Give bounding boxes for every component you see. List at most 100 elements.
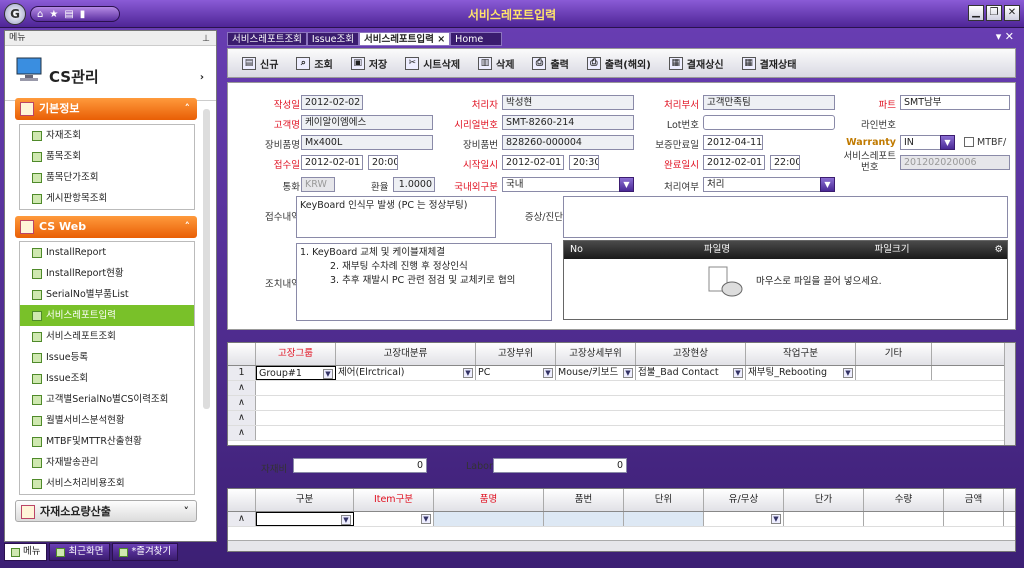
tab-issue-search[interactable]: Issue조회 <box>306 32 359 46</box>
chevron-down-icon[interactable]: ▼ <box>733 368 743 378</box>
sidebar-item[interactable]: InstallReport현황 <box>20 263 194 284</box>
chevron-down-icon[interactable]: ▼ <box>323 369 333 379</box>
table-row[interactable]: ∧ <box>228 381 1015 396</box>
chevron-down-icon[interactable]: ▼ <box>623 368 633 378</box>
delete-button[interactable]: ▥ 삭제 <box>478 56 514 71</box>
start-time-field[interactable]: 20:30 <box>569 155 599 170</box>
chevron-up-icon[interactable]: ˄ <box>185 98 191 120</box>
material-cost-field[interactable]: 0 <box>293 458 427 473</box>
new-button[interactable]: ▤ 신규 <box>242 56 278 71</box>
written-date-field[interactable]: 2012-02-02 <box>301 95 363 110</box>
line-field[interactable] <box>900 115 1010 130</box>
lot-field[interactable] <box>703 115 835 130</box>
approval-request-button[interactable]: ▦ 결재상신 <box>668 56 724 71</box>
cell-etc[interactable] <box>856 366 932 380</box>
cell-item-name[interactable] <box>434 512 544 526</box>
cell-unit-price[interactable] <box>784 512 864 526</box>
tab-recent[interactable]: 최근화면 <box>49 543 111 561</box>
table-row[interactable]: ∧ <box>228 426 1015 441</box>
section-material[interactable]: 자재소요량산출 ˅ <box>15 500 197 522</box>
cell-failure-part[interactable]: PC ▼ <box>476 366 556 380</box>
print-button[interactable]: ⎙ 출력 <box>532 56 569 71</box>
part-field[interactable]: SMT남부 <box>900 95 1010 110</box>
search-button[interactable]: ⌕ 조회 <box>296 56 333 71</box>
pin-icon[interactable]: ⊥ <box>202 32 210 46</box>
file-attachment-box[interactable]: No 파일명 파일크기 ⚙ 마우스로 파일을 끌어 넣으세요. <box>563 240 1008 320</box>
cell-failure-category[interactable]: 제어(Elrctrical) ▼ <box>336 366 476 380</box>
cell-unit[interactable] <box>624 512 704 526</box>
end-date-field[interactable]: 2012-02-01 <box>703 155 765 170</box>
tab-service-report-input[interactable]: 서비스레포트입력 × <box>358 32 451 46</box>
customer-field[interactable]: 케이알이엠에스 <box>301 115 433 130</box>
symptom-area[interactable] <box>563 196 1008 238</box>
processing-select[interactable]: 처리 <box>703 177 835 192</box>
chevron-down-icon[interactable]: ˅ <box>184 501 190 523</box>
table-row[interactable]: ∧ <box>228 411 1015 426</box>
section-basic-info[interactable]: 기본정보 ˄ <box>15 98 197 120</box>
sidebar-item[interactable]: 자재발송관리 <box>20 452 194 473</box>
chevron-down-icon[interactable]: ▼ <box>341 515 351 525</box>
chevron-down-icon[interactable]: ▼ <box>543 368 553 378</box>
chevron-down-icon[interactable]: ▼ <box>771 514 781 524</box>
labor-field[interactable]: 0 <box>493 458 627 473</box>
table-row[interactable]: ∧ ▼ ▼ ▼ <box>228 512 1015 527</box>
sidebar-item[interactable]: MTBF및MTTR산출현황 <box>20 431 194 452</box>
end-time-field[interactable]: 22:00 <box>770 155 800 170</box>
sidebar-item[interactable]: 고객별SerialNo별CS이력조회 <box>20 389 194 410</box>
rate-field[interactable]: 1.0000 <box>393 177 435 192</box>
sidebar-item[interactable]: 서비스레포트입력 <box>20 305 194 326</box>
cell-type[interactable]: ▼ <box>256 512 354 526</box>
equip-no-field[interactable]: 828260-000004 <box>502 135 634 150</box>
chevron-down-icon[interactable]: ▼ <box>843 368 853 378</box>
sidebar-item[interactable]: 서비스레포트조회 <box>20 326 194 347</box>
chevron-up-icon[interactable]: ˄ <box>185 216 191 238</box>
cell-failure-detail[interactable]: Mouse/키보드 ▼ <box>556 366 636 380</box>
cell-amount[interactable] <box>944 512 1004 526</box>
cell-qty[interactable] <box>864 512 944 526</box>
tab-favorites[interactable]: *즐겨찾기 <box>112 543 179 561</box>
close-tab-icon[interactable]: × <box>437 34 445 45</box>
cs-module[interactable]: CS관리 › <box>5 46 216 101</box>
handler-field[interactable]: 박성현 <box>502 95 634 110</box>
processing-dropdown-icon[interactable]: ▼ <box>820 177 835 192</box>
sidebar-item[interactable]: 서비스처리비용조회 <box>20 473 194 494</box>
action-detail-area[interactable]: 1. KeyBoard 교체 및 케이블재체결 2. 재부팅 수차례 진행 후 … <box>296 243 552 321</box>
warranty-exp-field[interactable]: 2012-04-11 <box>703 135 763 150</box>
sidebar-item[interactable]: InstallReport <box>20 242 194 263</box>
save-button[interactable]: ▣ 저장 <box>350 56 387 71</box>
sidebar-item[interactable]: Issue조회 <box>20 368 194 389</box>
tab-service-report-search[interactable]: 서비스레포트조회 <box>227 32 307 46</box>
file-settings-icon[interactable]: ⚙ <box>942 241 1007 259</box>
print-overseas-button[interactable]: ⎙ 출력(해외) <box>586 56 651 71</box>
table-row[interactable]: 1 Group#1 ▼ 제어(Elrctrical) ▼ PC ▼ Mouse/키보드… <box>228 366 1015 381</box>
serial-field[interactable]: SMT-8260-214 <box>502 115 634 130</box>
domestic-dropdown-icon[interactable]: ▼ <box>619 177 634 192</box>
delete-sheet-button[interactable]: ✂ 시트삭제 <box>405 56 460 71</box>
mtbf-checkbox[interactable] <box>964 137 974 147</box>
sidebar-scrollbar[interactable] <box>203 109 210 409</box>
table-row[interactable]: ∧ <box>228 396 1015 411</box>
tab-home[interactable]: Home <box>450 32 503 46</box>
receipt-date-field[interactable]: 2012-02-01 <box>301 155 363 170</box>
sidebar-item[interactable]: 품목단가조회 <box>20 167 194 188</box>
section-cs-web[interactable]: CS Web ˄ <box>15 216 197 238</box>
tab-menu[interactable]: 메뉴 <box>4 543 48 561</box>
domestic-select[interactable]: 국내 <box>502 177 634 192</box>
close-button[interactable]: ✕ <box>1004 5 1020 21</box>
sidebar-item[interactable]: 월별서비스분석현황 <box>20 410 194 431</box>
sidebar-item[interactable]: SerialNo별부품List <box>20 284 194 305</box>
warranty-dropdown-icon[interactable]: ▼ <box>940 135 955 150</box>
sidebar-item[interactable]: 자재조회 <box>20 125 194 146</box>
sidebar-item[interactable]: 품목조회 <box>20 146 194 167</box>
dept-field[interactable]: 고객만족팀 <box>703 95 835 110</box>
cell-failure-symptom[interactable]: 접불_Bad Contact ▼ <box>636 366 746 380</box>
cell-failure-group[interactable]: Group#1 ▼ <box>256 366 336 380</box>
chevron-down-icon[interactable]: ▼ <box>463 368 473 378</box>
sidebar-item[interactable]: 게시판항목조회 <box>20 188 194 209</box>
chevron-down-icon[interactable]: ▼ <box>421 514 431 524</box>
minimize-button[interactable]: ▁ <box>968 5 984 21</box>
equip-name-field[interactable]: Mx400L <box>301 135 433 150</box>
sidebar-item[interactable]: Issue등록 <box>20 347 194 368</box>
tab-controls[interactable]: ▾ ✕ <box>996 30 1014 43</box>
receipt-time-field[interactable]: 20:00 <box>368 155 398 170</box>
